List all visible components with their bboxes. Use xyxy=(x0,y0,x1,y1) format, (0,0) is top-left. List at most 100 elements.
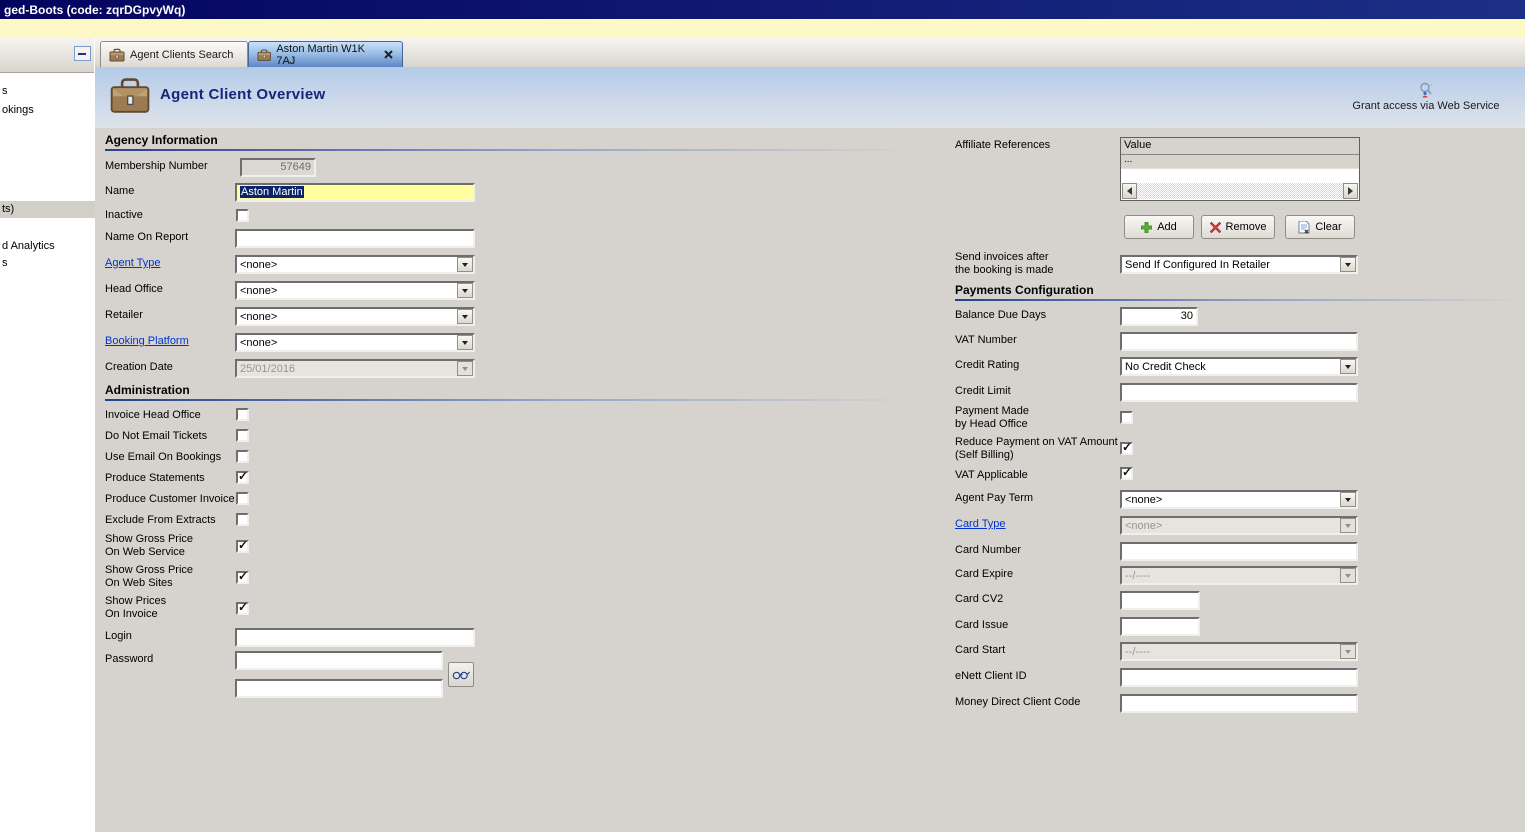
vat-applicable-checkbox[interactable] xyxy=(1120,465,1133,480)
card-expire-value: --/---- xyxy=(1125,569,1151,582)
do-not-email-tickets-checkbox[interactable] xyxy=(236,429,249,442)
agent-type-select[interactable]: <none> xyxy=(235,255,475,274)
chevron-down-icon[interactable] xyxy=(1340,492,1356,507)
money-direct-client-code-field[interactable] xyxy=(1120,694,1358,713)
vat-number-field[interactable] xyxy=(1120,332,1358,351)
sidebar-item-selected[interactable]: ts) xyxy=(2,203,14,215)
section-divider xyxy=(105,149,917,151)
password-confirm-field[interactable] xyxy=(235,679,443,698)
glasses-icon xyxy=(452,671,470,679)
add-button[interactable]: Add xyxy=(1124,215,1194,239)
exclude-from-extracts-checkbox[interactable] xyxy=(236,513,249,526)
sidebar-collapse-button[interactable] xyxy=(74,46,91,61)
chevron-down-icon xyxy=(1340,518,1356,533)
tab-aston-martin[interactable]: Aston Martin W1K 7AJ xyxy=(248,41,403,67)
sidebar-item[interactable]: s xyxy=(2,85,8,97)
use-email-on-bookings-checkbox[interactable] xyxy=(236,450,249,463)
affiliate-references-label: Affiliate References xyxy=(955,139,1051,151)
card-number-field[interactable] xyxy=(1120,542,1358,561)
invoice-head-office-label: Invoice Head Office xyxy=(105,409,201,421)
booking-platform-select[interactable]: <none> xyxy=(235,333,475,352)
balance-due-days-field[interactable]: 30 xyxy=(1120,307,1198,326)
inactive-checkbox[interactable] xyxy=(236,209,249,222)
horizontal-scrollbar[interactable] xyxy=(1122,183,1358,199)
send-invoices-select[interactable]: Send If Configured In Retailer xyxy=(1120,255,1358,274)
password-label: Password xyxy=(105,653,154,665)
section-administration: Administration xyxy=(105,383,190,397)
card-cv2-label: Card CV2 xyxy=(955,593,1004,605)
balance-due-days-value: 30 xyxy=(1180,310,1193,322)
use-email-on-bookings-label: Use Email On Bookings xyxy=(105,451,222,463)
login-label: Login xyxy=(105,630,132,642)
card-start-select: --/---- xyxy=(1120,642,1358,661)
name-field[interactable]: Aston Martin xyxy=(235,183,475,202)
send-invoices-label: Send invoices after the booking is made xyxy=(955,251,1054,276)
card-start-label: Card Start xyxy=(955,644,1006,656)
minus-icon xyxy=(78,53,86,55)
book-action[interactable]: Boo xyxy=(1501,82,1525,112)
show-password-button[interactable] xyxy=(448,662,474,687)
sidebar: s okings ts) d Analytics s xyxy=(0,38,96,832)
scrollbar-track[interactable] xyxy=(1137,183,1343,199)
login-field[interactable] xyxy=(235,628,475,647)
password-field[interactable] xyxy=(235,651,443,670)
name-label: Name xyxy=(105,185,135,197)
chevron-down-icon[interactable] xyxy=(1340,257,1356,272)
agent-type-link[interactable]: Agent Type xyxy=(105,257,160,270)
briefcase-icon xyxy=(109,48,125,61)
enett-client-id-field[interactable] xyxy=(1120,668,1358,687)
remove-button[interactable]: Remove xyxy=(1201,215,1275,239)
arrow-left-icon xyxy=(1127,187,1132,195)
invoice-head-office-checkbox[interactable] xyxy=(236,408,249,421)
retailer-select[interactable]: <none> xyxy=(235,307,475,326)
show-gross-price-web-sites-checkbox[interactable] xyxy=(236,569,249,584)
show-prices-on-invoice-checkbox[interactable] xyxy=(236,600,249,615)
window-titlebar[interactable]: ged-Boots (code: zqrDGpvyWq) xyxy=(0,0,1525,19)
agent-pay-term-select[interactable]: <none> xyxy=(1120,490,1358,509)
vat-applicable-label: VAT Applicable xyxy=(955,469,1028,481)
chevron-down-icon[interactable] xyxy=(457,335,473,350)
plus-icon xyxy=(1141,221,1153,233)
tab-label: Aston Martin W1K 7AJ xyxy=(276,42,365,67)
head-office-select[interactable]: <none> xyxy=(235,281,475,300)
grant-access-icon xyxy=(1420,82,1433,98)
clear-button[interactable]: Clear xyxy=(1285,215,1355,239)
tab-agent-clients-search[interactable]: Agent Clients Search xyxy=(100,41,248,67)
sidebar-item[interactable]: okings xyxy=(2,104,34,116)
produce-statements-checkbox[interactable] xyxy=(236,469,249,484)
grant-access-web-service-action[interactable]: Grant access via Web Service xyxy=(1348,82,1504,112)
card-expire-select: --/---- xyxy=(1120,566,1358,585)
produce-customer-invoice-checkbox[interactable] xyxy=(236,492,249,505)
page-title: Agent Client Overview xyxy=(160,86,326,103)
affiliate-references-grid[interactable]: Value ... xyxy=(1120,137,1360,201)
section-agency-information: Agency Information xyxy=(105,133,218,147)
show-gross-price-web-service-checkbox[interactable] xyxy=(236,538,249,553)
sidebar-item[interactable]: s xyxy=(2,257,8,269)
payment-made-by-head-office-checkbox[interactable] xyxy=(1120,411,1133,424)
scroll-left-button[interactable] xyxy=(1122,183,1137,199)
chevron-down-icon xyxy=(1340,644,1356,659)
creation-date-value: 25/01/2016 xyxy=(240,362,296,375)
notice-strip xyxy=(0,19,1525,39)
grid-row[interactable]: ... xyxy=(1121,155,1359,169)
name-on-report-field[interactable] xyxy=(235,229,475,248)
sidebar-item[interactable]: d Analytics xyxy=(2,240,55,252)
chevron-down-icon[interactable] xyxy=(457,309,473,324)
close-icon[interactable] xyxy=(382,48,394,61)
card-number-label: Card Number xyxy=(955,544,1022,556)
credit-rating-select[interactable]: No Credit Check xyxy=(1120,357,1358,376)
grant-access-label: Grant access via Web Service xyxy=(1352,100,1500,112)
booking-platform-link[interactable]: Booking Platform xyxy=(105,335,189,348)
scroll-right-button[interactable] xyxy=(1343,183,1358,199)
chevron-down-icon[interactable] xyxy=(457,283,473,298)
grid-column-header[interactable]: Value xyxy=(1121,138,1359,155)
card-issue-field[interactable] xyxy=(1120,617,1200,636)
chevron-down-icon[interactable] xyxy=(1340,359,1356,374)
chevron-down-icon[interactable] xyxy=(457,257,473,272)
section-divider xyxy=(955,299,1525,301)
credit-limit-field[interactable] xyxy=(1120,383,1358,402)
reduce-payment-on-vat-checkbox[interactable] xyxy=(1120,440,1133,455)
card-type-link[interactable]: Card Type xyxy=(955,518,1006,531)
card-type-value: <none> xyxy=(1125,519,1163,532)
card-cv2-field[interactable] xyxy=(1120,591,1200,610)
